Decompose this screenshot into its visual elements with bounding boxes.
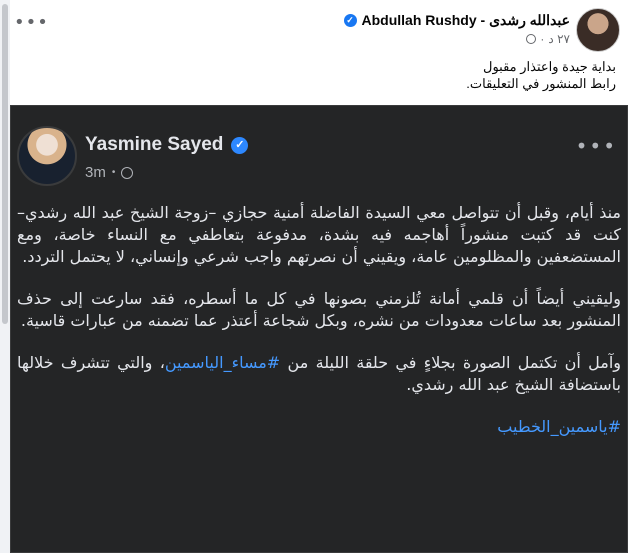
shared-author-name[interactable]: Yasmine Sayed <box>85 134 223 156</box>
globe-icon <box>526 34 537 44</box>
facebook-post: عبدالله رشدى - Abdullah Rushdy ✓ ٢٧ د · … <box>10 0 632 553</box>
globe-icon <box>121 166 134 179</box>
post-paragraph: منذ أيام، وقبل أن تتواصل معي السيدة الفا… <box>17 203 621 266</box>
author-avatar[interactable] <box>576 8 620 52</box>
more-options-icon[interactable]: ••• <box>576 134 617 158</box>
shared-post-time[interactable]: 3m <box>85 164 106 181</box>
post-time[interactable]: ٢٧ د <box>548 32 570 46</box>
shared-post-card: Yasmine Sayed ✓ 3m • ••• منذ أيام، وقبل … <box>10 105 628 553</box>
verified-badge-icon: ✓ <box>231 136 249 154</box>
shared-author-avatar[interactable] <box>17 126 77 186</box>
verified-badge-icon: ✓ <box>343 14 357 27</box>
caption-line: بداية جيدة واعتذار مقبول <box>483 59 616 74</box>
scrollbar[interactable] <box>0 0 10 553</box>
shared-post-meta: 3m • <box>85 164 134 181</box>
post-paragraph: وآمل أن تكتمل الصورة بجلاءٍ في حلقة اللي… <box>17 352 621 396</box>
author-name[interactable]: عبدالله رشدى - Abdullah Rushdy <box>362 12 570 29</box>
post-header: عبدالله رشدى - Abdullah Rushdy ✓ ٢٧ د · … <box>10 0 632 100</box>
post-meta: ٢٧ د · <box>526 32 570 46</box>
post-caption: بداية جيدة واعتذار مقبول رابط المنشور في… <box>466 58 616 92</box>
post-paragraph: وليقيني أيضاً أن قلمي أمانة تُلزمني بصون… <box>17 289 621 330</box>
shared-post-body: منذ أيام، وقبل أن تتواصل معي السيدة الفا… <box>17 202 621 458</box>
scrollbar-thumb[interactable] <box>2 4 8 324</box>
shared-author-name-row[interactable]: Yasmine Sayed ✓ <box>85 134 249 156</box>
author-name-row[interactable]: عبدالله رشدى - Abdullah Rushdy ✓ <box>343 12 570 29</box>
hashtag-link[interactable]: #ياسمين_الخطيب <box>497 417 621 436</box>
more-options-icon[interactable]: ••• <box>14 12 49 33</box>
post-hashtag-paragraph: #ياسمين_الخطيب <box>17 416 621 438</box>
caption-line: رابط المنشور في التعليقات. <box>466 76 616 91</box>
hashtag-link[interactable]: #مساء_الياسمين <box>165 353 280 372</box>
paragraph-text: وآمل أن تكتمل الصورة بجلاءٍ في حلقة اللي… <box>280 353 621 372</box>
